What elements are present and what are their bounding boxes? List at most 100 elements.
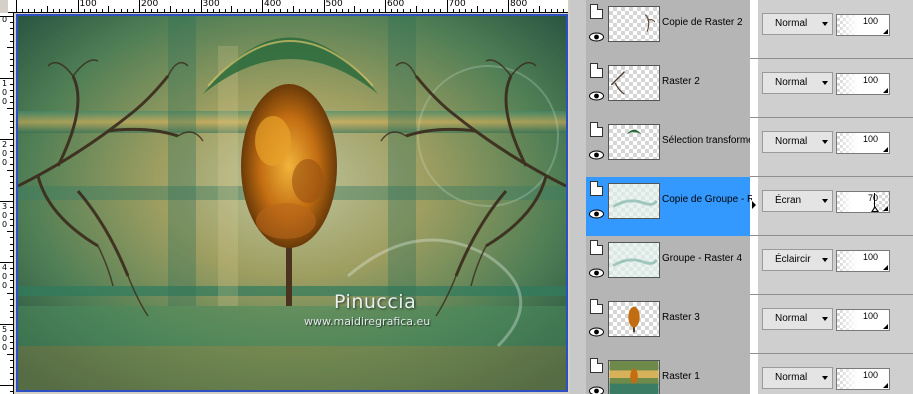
- layer-row[interactable]: Raster 1 Normal 100: [586, 354, 913, 394]
- ruler-tick: [563, 9, 565, 12]
- ruler-tick: [10, 212, 13, 214]
- layer-thumbnail[interactable]: [608, 301, 660, 337]
- visibility-eye-icon[interactable]: [589, 29, 604, 42]
- layer-name-cell[interactable]: Raster 3: [586, 295, 750, 354]
- image-canvas[interactable]: Pinuccia www.maidiregrafica.eu: [16, 14, 568, 392]
- ruler-tick: [10, 157, 13, 159]
- ruler-tick: [10, 249, 13, 251]
- layer-row[interactable]: Copie de Raster 2 Normal 100: [586, 0, 913, 59]
- canvas-area: 100 200 300 400 500 600 700 800 0 1002003004005…: [0, 0, 570, 394]
- ruler-tick: [206, 9, 208, 12]
- ruler-tick: [16, 0, 17, 12]
- ruler-tick: [169, 6, 171, 12]
- chevron-down-icon: [822, 317, 828, 321]
- layer-name-cell[interactable]: Copie de Raster 2: [586, 0, 750, 59]
- psp-workspace: 100 200 300 400 500 600 700 800 0 1002003004005…: [0, 0, 913, 394]
- ruler-tick: [10, 206, 13, 208]
- ruler-label-vertical: 0: [2, 333, 8, 343]
- ruler-tick: [10, 341, 13, 343]
- ruler-tick: [10, 145, 13, 147]
- visibility-eye-icon[interactable]: [589, 324, 604, 337]
- ruler-tick: [145, 9, 147, 12]
- layer-page-icon[interactable]: [590, 122, 603, 137]
- opacity-value: 100: [861, 134, 879, 144]
- opacity-slider[interactable]: 100: [836, 250, 890, 272]
- blend-mode-dropdown[interactable]: Normal: [762, 131, 833, 153]
- visibility-eye-icon[interactable]: [589, 147, 604, 160]
- blend-mode-label: Normal: [775, 372, 808, 383]
- opacity-slider[interactable]: 100: [836, 132, 890, 154]
- layer-page-icon[interactable]: [590, 4, 603, 19]
- layer-page-icon[interactable]: [590, 63, 603, 78]
- ruler-tick: [40, 9, 42, 12]
- layer-row[interactable]: Copie de Groupe - Raster 4 Écran 70: [586, 177, 913, 236]
- layer-row[interactable]: Raster 2 Normal 100: [586, 59, 913, 118]
- slider-corner-icon: [883, 147, 888, 152]
- ruler-tick: [10, 89, 13, 91]
- slider-corner-icon: [883, 206, 888, 211]
- layer-name-cell[interactable]: Raster 1: [586, 354, 750, 394]
- ruler-tick: [231, 6, 233, 12]
- ruler-tick: [391, 9, 393, 12]
- ruler-tick: [415, 6, 417, 12]
- ruler-tick: [489, 9, 491, 12]
- ruler-label-vertical: 5: [2, 324, 8, 334]
- layer-thumbnail[interactable]: [608, 183, 660, 219]
- layer-name-cell[interactable]: Groupe - Raster 4: [586, 236, 750, 295]
- visibility-eye-icon[interactable]: [589, 88, 604, 101]
- layer-page-icon[interactable]: [590, 181, 603, 196]
- opacity-value: 100: [861, 311, 879, 321]
- blend-mode-dropdown[interactable]: Écran: [762, 190, 833, 212]
- layer-row[interactable]: Groupe - Raster 4 Éclaircir 100: [586, 236, 913, 295]
- opacity-slider[interactable]: 100: [836, 73, 890, 95]
- visibility-eye-icon[interactable]: [589, 206, 604, 219]
- blend-mode-dropdown[interactable]: Normal: [762, 367, 833, 389]
- ruler-tick: [354, 6, 356, 12]
- opacity-marker-icon[interactable]: [870, 206, 879, 212]
- opacity-slider[interactable]: 70: [836, 191, 890, 213]
- layer-page-icon[interactable]: [590, 240, 603, 255]
- blend-mode-dropdown[interactable]: Normal: [762, 72, 833, 94]
- blend-mode-dropdown[interactable]: Éclaircir: [762, 249, 833, 271]
- visibility-eye-icon[interactable]: [589, 383, 604, 394]
- layer-thumbnail[interactable]: [608, 65, 660, 101]
- layer-name-cell[interactable]: Raster 2: [586, 59, 750, 118]
- ruler-tick: [421, 9, 423, 12]
- ruler-label-vertical: 0: [2, 149, 8, 158]
- ruler-tick: [544, 9, 546, 12]
- opacity-value: 100: [861, 16, 879, 26]
- layer-thumbnail[interactable]: [608, 360, 660, 394]
- ruler-tick: [10, 378, 13, 380]
- ruler-tick: [280, 9, 282, 12]
- visibility-eye-icon[interactable]: [589, 265, 604, 278]
- layer-page-icon[interactable]: [590, 299, 603, 314]
- blend-mode-dropdown[interactable]: Normal: [762, 13, 833, 35]
- layer-row[interactable]: Sélection transformée Normal 100: [586, 118, 913, 177]
- layer-thumbnail[interactable]: [608, 124, 660, 160]
- expand-arrow-icon[interactable]: [752, 201, 756, 209]
- layer-thumbnail[interactable]: [608, 242, 660, 278]
- opacity-slider[interactable]: 100: [836, 368, 890, 390]
- blend-mode-label: Normal: [775, 313, 808, 324]
- layer-name-cell[interactable]: Copie de Groupe - Raster 4: [586, 177, 752, 236]
- ruler-tick: [10, 52, 13, 54]
- ruler-tick: [0, 16, 13, 17]
- opacity-slider[interactable]: 100: [836, 309, 890, 331]
- ruler-label-vertical: 0: [2, 219, 8, 229]
- ruler-tick: [403, 9, 405, 12]
- ruler-tick: [10, 120, 13, 122]
- ruler-tick: [157, 9, 159, 12]
- ruler-tick: [10, 286, 13, 288]
- layer-thumbnail[interactable]: [608, 6, 660, 42]
- ruler-tick: [341, 9, 343, 12]
- layer-page-icon[interactable]: [590, 358, 603, 373]
- ruler-tick: [10, 151, 13, 153]
- blend-mode-label: Normal: [775, 136, 808, 147]
- layer-name-cell[interactable]: Sélection transformée: [586, 118, 750, 177]
- ruler-tick: [10, 305, 13, 307]
- ruler-tick: [10, 335, 13, 337]
- layer-name: Copie de Groupe - Raster 4: [662, 194, 752, 205]
- blend-mode-dropdown[interactable]: Normal: [762, 308, 833, 330]
- opacity-slider[interactable]: 100: [836, 14, 890, 36]
- layer-row[interactable]: Raster 3 Normal 100: [586, 295, 913, 354]
